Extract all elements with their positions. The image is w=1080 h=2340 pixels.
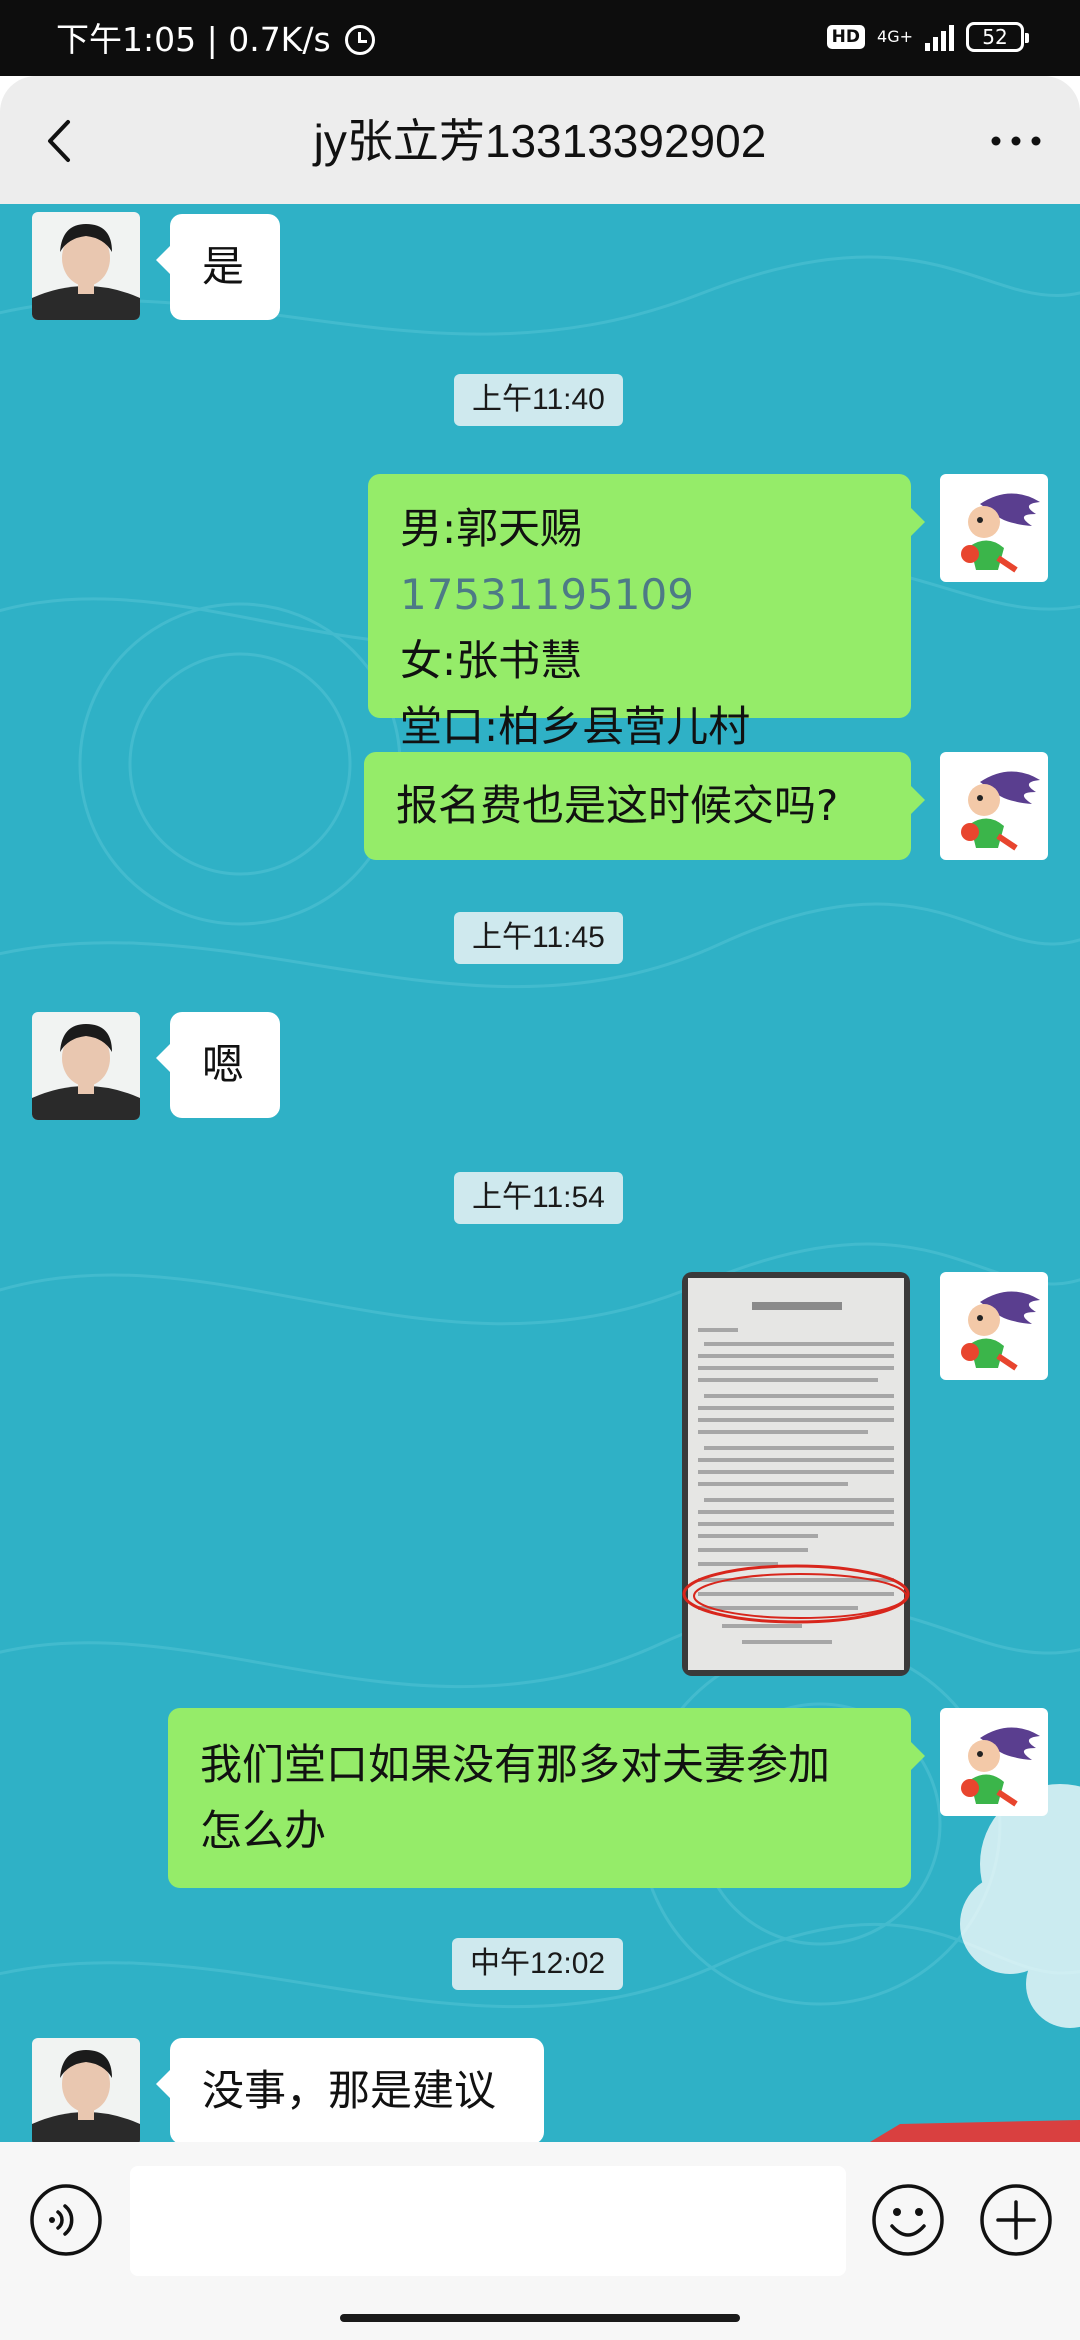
battery-icon: 52 bbox=[966, 22, 1029, 52]
phone-number-link[interactable]: 17531195109 bbox=[400, 570, 694, 619]
message-line: 堂口:柏乡县营儿村 bbox=[400, 702, 751, 751]
image-message[interactable] bbox=[682, 1272, 910, 1676]
home-indicator[interactable] bbox=[340, 2314, 740, 2322]
message-bubble-incoming[interactable]: 没事，那是建议 bbox=[156, 2038, 544, 2142]
more-options-icon[interactable] bbox=[986, 126, 1046, 156]
message-input[interactable] bbox=[130, 2166, 846, 2276]
status-time-speed: 下午1:05 | 0.7K/s bbox=[56, 20, 331, 59]
message-text: 没事，那是建议 bbox=[202, 2066, 497, 2115]
status-right: HD 4G+ 52 bbox=[826, 22, 1029, 52]
avatar-contact[interactable] bbox=[32, 1012, 140, 1120]
chat-header: jy张立芳13313392902 bbox=[0, 76, 1080, 204]
avatar-self[interactable] bbox=[940, 1272, 1048, 1380]
status-left: 下午1:05 | 0.7K/s bbox=[56, 20, 375, 60]
input-bar bbox=[0, 2142, 1080, 2340]
message-line: 怎么办 bbox=[200, 1806, 327, 1855]
message-line: 我们堂口如果没有那多对夫妻参加 bbox=[200, 1740, 831, 1789]
message-line: 女:张书慧 bbox=[400, 636, 583, 685]
hd-badge: HD bbox=[826, 25, 866, 49]
message-bubble-incoming[interactable]: 嗯 bbox=[156, 1012, 280, 1118]
message-text: 男:郭天赐 bbox=[400, 504, 583, 553]
message-text: 嗯 bbox=[202, 1040, 245, 1089]
timestamp: 上午11:54 bbox=[454, 1172, 623, 1224]
signal-icon bbox=[925, 23, 954, 51]
chat-area[interactable]: 是 上午11:40 男:郭天赐 17531195109 女:张书慧 堂口:柏乡县… bbox=[0, 204, 1080, 2142]
avatar-self[interactable] bbox=[940, 752, 1048, 860]
timestamp: 上午11:45 bbox=[454, 912, 623, 964]
message-text: 报名费也是这时候交吗? bbox=[396, 781, 839, 830]
emoji-icon[interactable] bbox=[870, 2182, 946, 2258]
network-label: 4G+ bbox=[877, 27, 913, 46]
avatar-contact[interactable] bbox=[32, 212, 140, 320]
add-icon[interactable] bbox=[978, 2182, 1054, 2258]
status-bar: 下午1:05 | 0.7K/s HD 4G+ 52 bbox=[0, 0, 1080, 76]
message-line: 男:郭天赐 17531195109 bbox=[400, 496, 879, 628]
avatar-self[interactable] bbox=[940, 474, 1048, 582]
timestamp: 上午11:40 bbox=[454, 374, 623, 426]
message-bubble-outgoing[interactable]: 报名费也是这时候交吗? bbox=[364, 752, 925, 860]
message-bubble-outgoing[interactable]: 男:郭天赐 17531195109 女:张书慧 堂口:柏乡县营儿村 bbox=[368, 474, 925, 751]
avatar-self[interactable] bbox=[940, 1708, 1048, 1816]
message-bubble-outgoing[interactable]: 我们堂口如果没有那多对夫妻参加 怎么办 bbox=[168, 1708, 925, 1888]
timestamp: 中午12:02 bbox=[452, 1938, 624, 1990]
chat-title: jy张立芳13313392902 bbox=[313, 115, 767, 167]
voice-input-icon[interactable] bbox=[28, 2182, 104, 2258]
alarm-icon bbox=[344, 25, 375, 55]
avatar-contact[interactable] bbox=[32, 2038, 140, 2142]
message-text: 是 bbox=[202, 242, 245, 291]
message-bubble-incoming[interactable]: 是 bbox=[156, 214, 280, 320]
